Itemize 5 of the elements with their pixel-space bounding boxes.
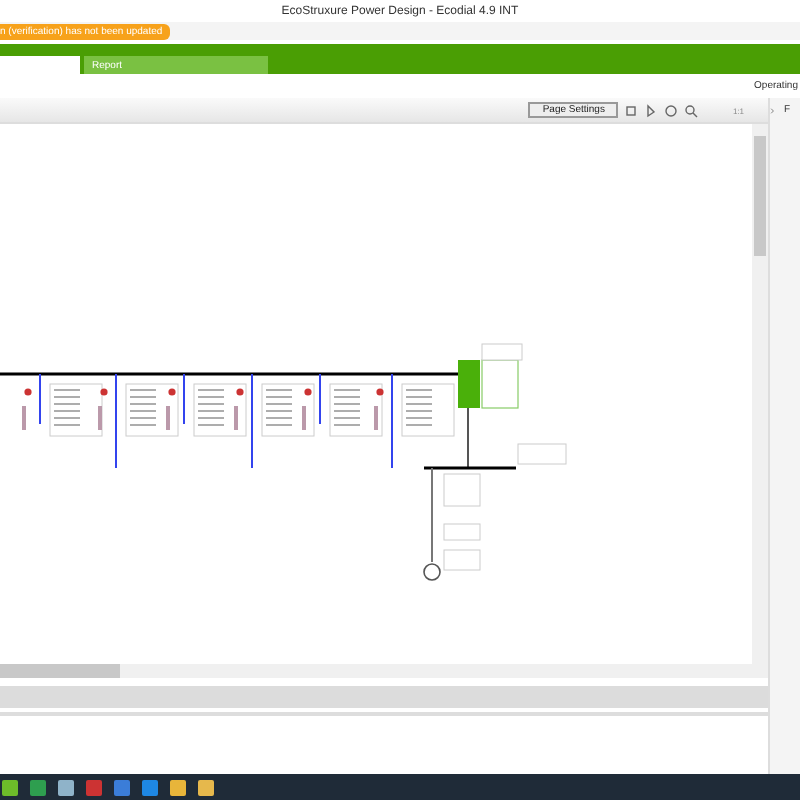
horizontal-scrollbar[interactable] [0, 664, 769, 678]
circle-icon[interactable] [664, 103, 679, 117]
zoom-icon[interactable] [684, 103, 699, 117]
square-icon[interactable] [624, 103, 639, 117]
vertical-scrollbar[interactable] [752, 124, 769, 664]
